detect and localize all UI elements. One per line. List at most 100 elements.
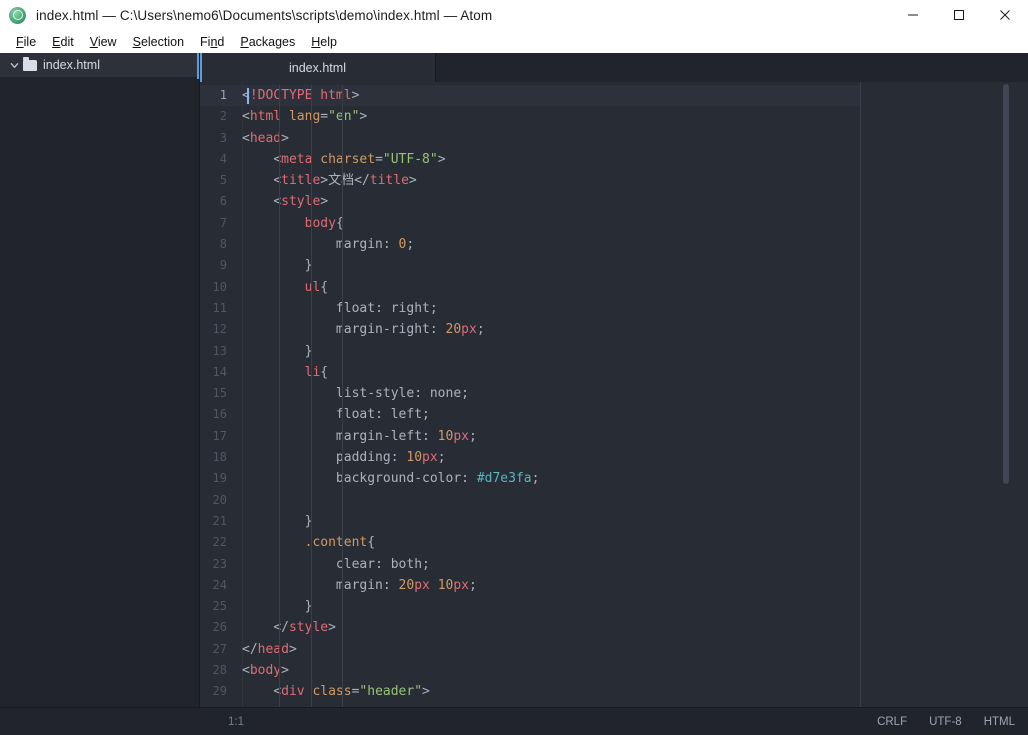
code-line[interactable]: 23 clear: both; [200, 554, 860, 575]
menu-item-edit[interactable]: Edit [44, 35, 82, 49]
code-line-text: margin: 0; [236, 234, 414, 255]
minimap-panel[interactable] [861, 82, 1028, 707]
text-cursor [247, 88, 249, 104]
token-unit: px [453, 578, 469, 593]
code-line[interactable]: 16 float: left; [200, 404, 860, 425]
token-punct: > [438, 152, 446, 167]
code-line[interactable]: 5 <title>文档</title> [200, 170, 860, 191]
code-line[interactable]: 9 } [200, 255, 860, 276]
code-line[interactable]: 21 } [200, 511, 860, 532]
token-tag: head [258, 642, 289, 657]
line-number: 20 [200, 490, 236, 511]
token-punct: ; [532, 471, 540, 486]
window-title: index.html — C:\Users\nemo6\Documents\sc… [36, 8, 492, 23]
menu-item-view[interactable]: View [82, 35, 125, 49]
line-number: 15 [200, 383, 236, 404]
code-line[interactable]: 10 ul{ [200, 277, 860, 298]
code-line[interactable]: 29 <div class="header"> [200, 681, 860, 702]
line-ending-selector[interactable]: CRLF [877, 716, 907, 728]
token-punct: : [430, 322, 446, 337]
token-punct: : [383, 237, 399, 252]
line-number: 16 [200, 404, 236, 425]
tree-item-root[interactable]: index.html [0, 53, 199, 77]
code-line[interactable]: 6 <style> [200, 191, 860, 212]
maximize-icon[interactable] [936, 0, 982, 30]
code-pane[interactable]: 1<!DOCTYPE html>2<html lang="en">3<head>… [200, 82, 860, 707]
line-number: 18 [200, 447, 236, 468]
token-punct: : [391, 450, 407, 465]
code-line[interactable]: 19 background-color: #d7e3fa; [200, 468, 860, 489]
tab-label: index.html [289, 61, 346, 75]
tab-active-accent [200, 53, 202, 82]
code-line[interactable]: 22 .content{ [200, 532, 860, 553]
code-line[interactable]: 26 </style> [200, 617, 860, 638]
line-number: 17 [200, 426, 236, 447]
token-prop: left [391, 407, 422, 422]
vertical-scrollbar[interactable] [1010, 82, 1019, 707]
token-punct: ; [422, 557, 430, 572]
token-prop: right [391, 301, 430, 316]
code-line[interactable]: 28<body> [200, 660, 860, 681]
menu-item-file[interactable]: File [8, 35, 44, 49]
token-text [281, 109, 289, 124]
code-line[interactable]: 20 [200, 490, 860, 511]
code-line[interactable]: 12 margin-right: 20px; [200, 319, 860, 340]
code-line-text: <meta charset="UTF-8"> [236, 149, 446, 170]
tab-index-html[interactable]: index.html [200, 53, 436, 82]
code-line[interactable]: 3<head> [200, 128, 860, 149]
code-line[interactable]: 7 body{ [200, 213, 860, 234]
code-line[interactable]: 14 li{ [200, 362, 860, 383]
line-number: 9 [200, 255, 236, 276]
token-num: 20 [446, 322, 462, 337]
encoding-selector[interactable]: UTF-8 [929, 716, 962, 728]
chevron-down-icon[interactable] [8, 59, 20, 71]
token-punct: : [422, 429, 438, 444]
text-editor[interactable]: 1<!DOCTYPE html>2<html lang="en">3<head>… [200, 82, 1028, 707]
code-line[interactable]: 15 list-style: none; [200, 383, 860, 404]
token-prop: padding [336, 450, 391, 465]
code-line[interactable]: 24 margin: 20px 10px; [200, 575, 860, 596]
close-icon[interactable] [982, 0, 1028, 30]
token-punct: ; [469, 429, 477, 444]
menu-item-find[interactable]: Find [192, 35, 232, 49]
token-punct: = [375, 152, 383, 167]
menu-item-selection[interactable]: Selection [125, 35, 192, 49]
minimize-icon[interactable] [890, 0, 936, 30]
token-sel: body [305, 216, 336, 231]
token-punct: : [375, 407, 391, 422]
menu-item-help[interactable]: Help [303, 35, 345, 49]
line-number: 26 [200, 617, 236, 638]
code-line[interactable]: 17 margin-left: 10px; [200, 426, 860, 447]
code-line[interactable]: 25 } [200, 596, 860, 617]
code-line-text: float: right; [236, 298, 438, 319]
token-punct: : [375, 557, 391, 572]
code-line[interactable]: 4 <meta charset="UTF-8"> [200, 149, 860, 170]
code-line[interactable]: 18 padding: 10px; [200, 447, 860, 468]
token-unit: px [414, 578, 430, 593]
line-number: 5 [200, 170, 236, 191]
code-line[interactable]: 1<!DOCTYPE html> [200, 85, 860, 106]
grammar-selector[interactable]: HTML [984, 716, 1015, 728]
line-number: 3 [200, 128, 236, 149]
menu-item-packages[interactable]: Packages [232, 35, 303, 49]
window-controls [890, 0, 1028, 30]
token-string: "en" [328, 109, 359, 124]
tab-bar: index.html [200, 53, 1028, 82]
code-line[interactable]: 2<html lang="en"> [200, 106, 860, 127]
workspace: index.html index.html 1<!DOCTYPE html>2<… [0, 53, 1028, 735]
code-line[interactable]: 27</head> [200, 639, 860, 660]
token-string: "header" [359, 684, 422, 699]
atom-logo-icon [9, 7, 26, 24]
code-line-text: <html lang="en"> [236, 106, 367, 127]
scrollbar-thumb[interactable] [1003, 84, 1009, 484]
token-class: .content [305, 535, 368, 550]
line-number: 4 [200, 149, 236, 170]
token-punct: > [320, 194, 328, 209]
cursor-position[interactable]: 1:1 [228, 716, 244, 728]
code-line[interactable]: 13 } [200, 341, 860, 362]
token-prop: background-color [336, 471, 461, 486]
code-line[interactable]: 8 margin: 0; [200, 234, 860, 255]
code-line[interactable]: 11 float: right; [200, 298, 860, 319]
token-punct: < [242, 109, 250, 124]
token-tag: div [281, 684, 304, 699]
